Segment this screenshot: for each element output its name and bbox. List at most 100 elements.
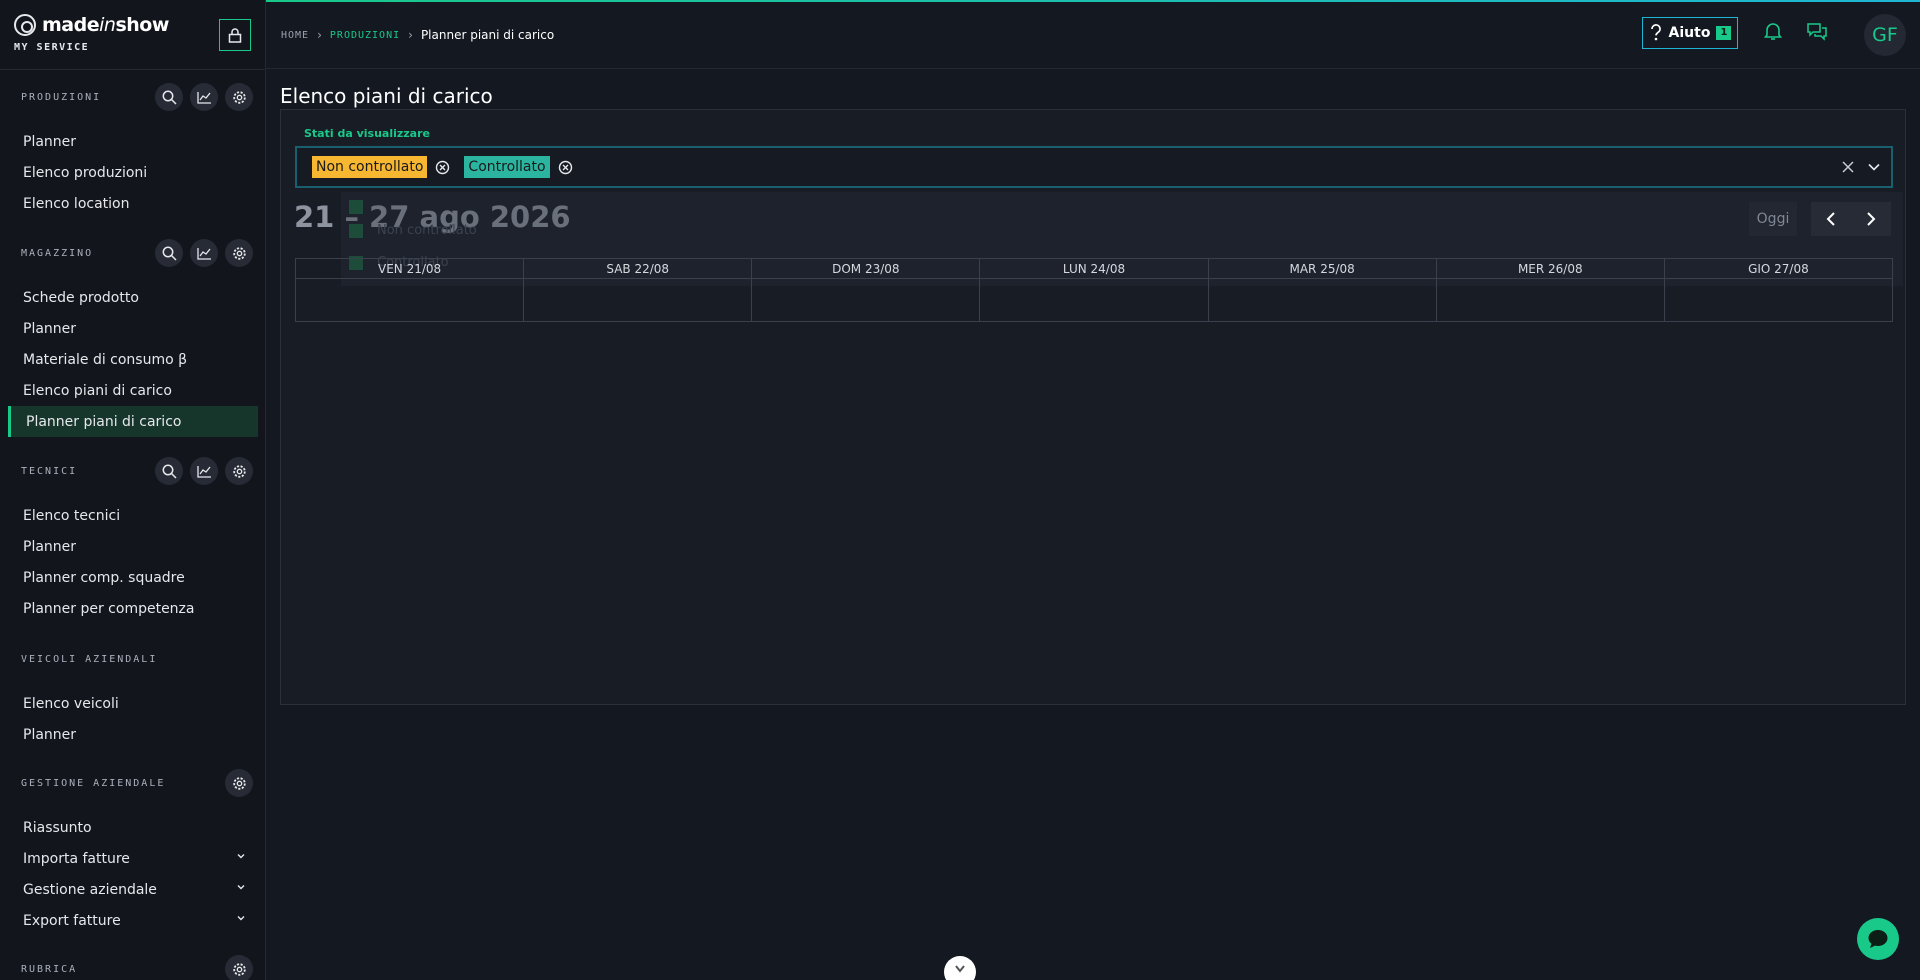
sidebar-item-planner[interactable]: Planner: [0, 126, 258, 157]
checkbox-checked-icon: [349, 200, 363, 214]
previous-week-button[interactable]: [1811, 202, 1851, 236]
day-cell[interactable]: [1665, 279, 1892, 321]
chevron-down-icon: [237, 854, 245, 859]
user-avatar[interactable]: GF: [1864, 14, 1906, 56]
top-header: HOME › PRODUZIONI › Planner piani di car…: [266, 2, 1920, 69]
chevron-left-icon: [1826, 212, 1835, 226]
breadcrumb: HOME › PRODUZIONI › Planner piani di car…: [281, 28, 554, 42]
help-count-badge: 1: [1716, 26, 1732, 40]
sidebar-section-produzioni: PRODUZIONI Planner Elenco produzioni Ele…: [0, 80, 265, 219]
sidebar-item-elenco-veicoli[interactable]: Elenco veicoli: [0, 688, 258, 719]
breadcrumb-separator: ›: [408, 28, 413, 42]
help-button[interactable]: Aiuto 1: [1642, 17, 1738, 49]
section-title: TECNICI: [21, 465, 78, 477]
next-week-button[interactable]: [1851, 202, 1891, 236]
day-cell[interactable]: [524, 279, 753, 321]
day-cell[interactable]: [980, 279, 1209, 321]
day-header: SAB 22/08: [524, 259, 753, 279]
sidebar-item-elenco-piani-carico[interactable]: Elenco piani di carico: [0, 375, 258, 406]
checkbox-checked-icon: [349, 223, 363, 238]
search-button[interactable]: [155, 239, 183, 267]
search-button[interactable]: [155, 457, 183, 485]
sidebar-item-export-fatture[interactable]: Export fatture: [0, 905, 258, 936]
search-icon: [162, 90, 177, 105]
stats-button[interactable]: [190, 83, 218, 111]
notifications-button[interactable]: [1763, 21, 1783, 45]
breadcrumb-section[interactable]: PRODUZIONI: [330, 30, 400, 41]
brand[interactable]: madeinshow MY SERVICE: [14, 14, 169, 53]
sidebar-item-elenco-tecnici[interactable]: Elenco tecnici: [0, 500, 258, 531]
settings-button[interactable]: [225, 955, 253, 980]
sidebar-section-rubrica: RUBRICA: [0, 952, 265, 980]
section-title: MAGAZZINO: [21, 247, 94, 259]
state-chip-non-controllato: Non controllato: [312, 156, 450, 178]
settings-button[interactable]: [225, 239, 253, 267]
today-button[interactable]: Oggi: [1749, 202, 1797, 236]
lock-sidebar-button[interactable]: [219, 19, 251, 51]
stats-button[interactable]: [190, 457, 218, 485]
brand-subtitle: MY SERVICE: [14, 42, 90, 53]
sidebar-item-planner-per-competenza[interactable]: Planner per competenza: [0, 593, 258, 624]
sidebar-item-planner-comp-squadre[interactable]: Planner comp. squadre: [0, 562, 258, 593]
clear-selection-icon[interactable]: [1841, 160, 1855, 174]
chevron-down-icon: [237, 885, 245, 890]
bell-icon: [1763, 23, 1783, 40]
day-cell[interactable]: [752, 279, 981, 321]
search-icon: [162, 464, 177, 479]
trend-chart-icon: [196, 465, 211, 478]
chat-bubble-icon: [1868, 930, 1888, 948]
remove-chip-icon[interactable]: [558, 160, 573, 175]
day-header: DOM 23/08: [752, 259, 981, 279]
item-label: Export fatture: [23, 912, 121, 929]
day-cell[interactable]: [1437, 279, 1665, 321]
day-header: LUN 24/08: [980, 259, 1209, 279]
scroll-down-button[interactable]: [944, 956, 976, 980]
sidebar-item-elenco-location[interactable]: Elenco location: [0, 188, 258, 219]
sidebar-item-planner[interactable]: Planner: [0, 531, 258, 562]
section-title: VEICOLI AZIENDALI: [21, 653, 158, 665]
calendar-body-row: [296, 279, 1892, 321]
sidebar-item-elenco-produzioni[interactable]: Elenco produzioni: [0, 157, 258, 188]
breadcrumb-current: Planner piani di carico: [420, 28, 555, 42]
chevron-down-icon: [237, 916, 245, 921]
messages-button[interactable]: [1806, 21, 1828, 45]
state-chip-controllato: Controllato: [464, 156, 572, 178]
sidebar: madeinshow MY SERVICE PRODUZIONI Planner…: [0, 0, 266, 980]
sidebar-divider: [0, 69, 265, 70]
chevron-down-icon[interactable]: [1867, 160, 1881, 174]
search-button[interactable]: [155, 83, 183, 111]
day-cell[interactable]: [296, 279, 525, 321]
states-multiselect[interactable]: Non controllato Controllato: [295, 146, 1893, 188]
sidebar-item-planner[interactable]: Planner: [0, 313, 258, 344]
sidebar-item-schede-prodotto[interactable]: Schede prodotto: [0, 282, 258, 313]
day-header: MER 26/08: [1436, 259, 1665, 279]
chevron-down-icon: [955, 965, 965, 973]
breadcrumb-home[interactable]: HOME: [281, 30, 309, 41]
support-chat-button[interactable]: [1857, 918, 1899, 960]
dropdown-option-select-all[interactable]: [349, 200, 363, 214]
settings-button[interactable]: [225, 457, 253, 485]
option-label: Non controllato: [377, 223, 477, 238]
page-title: Elenco piani di carico: [280, 84, 493, 108]
chevron-right-icon: [1867, 212, 1876, 226]
help-label: Aiuto: [1668, 25, 1711, 41]
settings-button[interactable]: [225, 769, 253, 797]
section-title: GESTIONE AZIENDALE: [21, 777, 166, 789]
chip-label: Non controllato: [312, 156, 428, 178]
sidebar-item-materiale-consumo[interactable]: Materiale di consumo β: [0, 344, 258, 375]
sidebar-item-planner[interactable]: Planner: [0, 719, 258, 750]
sidebar-section-magazzino: MAGAZZINO Schede prodotto Planner Materi…: [0, 236, 265, 437]
day-cell[interactable]: [1209, 279, 1437, 321]
section-title: RUBRICA: [21, 963, 78, 975]
gear-icon: [232, 246, 246, 260]
sidebar-item-importa-fatture[interactable]: Importa fatture: [0, 843, 258, 874]
stats-button[interactable]: [190, 239, 218, 267]
sidebar-item-planner-piani-carico[interactable]: Planner piani di carico: [8, 406, 258, 437]
sidebar-item-gestione-aziendale[interactable]: Gestione aziendale: [0, 874, 258, 905]
settings-button[interactable]: [225, 83, 253, 111]
sidebar-section-veicoli: VEICOLI AZIENDALI Elenco veicoli Planner: [0, 642, 265, 750]
sidebar-item-riassunto[interactable]: Riassunto: [0, 812, 258, 843]
remove-chip-icon[interactable]: [435, 160, 450, 175]
dropdown-option-non-controllato[interactable]: Non controllato: [349, 223, 477, 238]
day-header: VEN 21/08: [296, 259, 525, 279]
